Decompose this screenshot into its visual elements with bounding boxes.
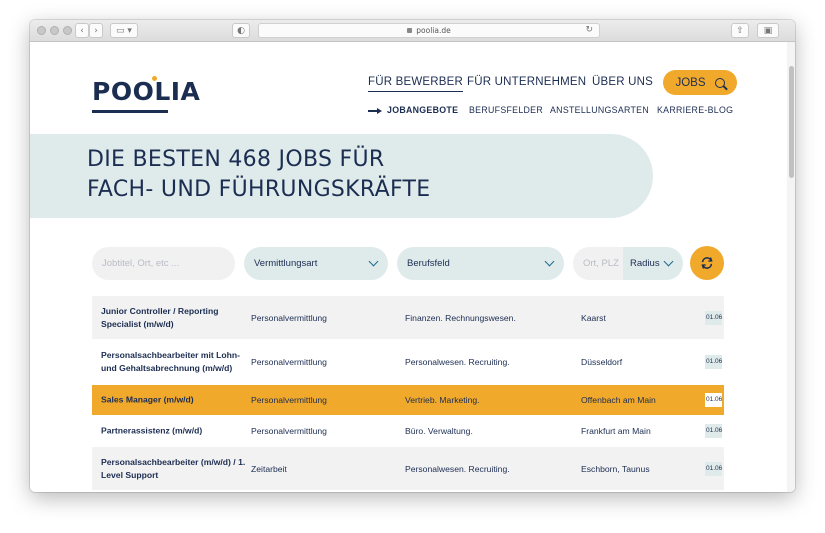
vermittlungsart-select[interactable]: Vermittlungsart: [244, 247, 388, 280]
radius-select[interactable]: Radius: [623, 247, 683, 280]
subnav-berufsfelder[interactable]: BERUFSFELDER: [469, 105, 543, 115]
job-location: Frankfurt am Main: [581, 426, 651, 436]
job-type: Zeitarbeit: [251, 463, 287, 474]
job-row[interactable]: Personalsachbearbeiter (m/w/d) / 1. Leve…: [92, 447, 724, 490]
job-location: Eschborn, Taunus: [581, 463, 650, 474]
nav-fuer-bewerber[interactable]: FÜR BEWERBER: [368, 76, 464, 92]
berufsfeld-label: Berufsfeld: [407, 258, 450, 269]
chevron-down-icon: [368, 256, 379, 267]
minimize-window-button[interactable]: [50, 26, 59, 35]
subnav-anstellungsarten[interactable]: ANSTELLUNGSARTEN: [550, 105, 649, 115]
job-row[interactable]: Sales Manager (m/w/d) Personalvermittlung…: [92, 385, 724, 415]
job-date: 01.06.: [705, 355, 722, 369]
sidebar-toggle-button[interactable]: ▭ ▾: [110, 23, 138, 38]
zoom-window-button[interactable]: [63, 26, 72, 35]
subnav-karriere-blog[interactable]: KARRIERE-BLOG: [657, 105, 733, 115]
job-location: Kaarst: [581, 312, 606, 323]
job-date: 01.06.: [705, 310, 722, 325]
job-location: Düsseldorf: [581, 357, 623, 367]
radius-label: Radius: [630, 258, 660, 269]
berufsfeld-select[interactable]: Berufsfeld: [397, 247, 564, 280]
job-date: 01.06.: [705, 424, 722, 438]
privacy-shield-icon[interactable]: ◐: [232, 23, 250, 38]
job-type: Personalvermittlung: [251, 357, 327, 367]
forward-button[interactable]: ›: [89, 23, 103, 38]
job-date: 01.06.: [705, 461, 722, 476]
nav-ueber-uns[interactable]: ÜBER UNS: [592, 76, 653, 88]
address-bar[interactable]: poolia.de ↻: [258, 23, 600, 38]
reset-filters-button[interactable]: [690, 246, 724, 280]
screen: ‹ › ▭ ▾ ◐ poolia.de ↻ ⇧ ▣ POOLIA FÜR BEW…: [0, 0, 825, 533]
tabs-overview-button[interactable]: ▣: [757, 23, 779, 38]
job-type: Personalvermittlung: [251, 312, 327, 323]
job-title[interactable]: Sales Manager (m/w/d): [101, 394, 253, 407]
chevron-down-icon: [544, 256, 555, 267]
arrow-right-icon: [368, 108, 382, 114]
browser-window: ‹ › ▭ ▾ ◐ poolia.de ↻ ⇧ ▣ POOLIA FÜR BEW…: [30, 20, 795, 492]
subnav-jobangebote[interactable]: JOBANGEBOTE: [387, 105, 458, 115]
browser-toolbar: ‹ › ▭ ▾ ◐ poolia.de ↻ ⇧ ▣: [30, 20, 795, 42]
page-scrollbar[interactable]: [787, 42, 795, 492]
job-type: Personalvermittlung: [251, 426, 327, 436]
url-text: poolia.de: [416, 26, 451, 35]
lock-icon: [407, 28, 413, 33]
scrollbar-thumb[interactable]: [789, 66, 794, 178]
job-row[interactable]: Personalsachbearbeiter mit Lohn- und Geh…: [92, 340, 724, 384]
nav-fuer-unternehmen[interactable]: FÜR UNTERNEHMEN: [467, 76, 586, 88]
job-search-input[interactable]: Jobtitel, Ort, etc ...: [92, 247, 235, 280]
job-title[interactable]: Personalsachbearbeiter mit Lohn- und Geh…: [101, 349, 253, 375]
job-date: 01.06.: [705, 393, 722, 407]
job-search-placeholder: Jobtitel, Ort, etc ...: [102, 258, 180, 269]
search-icon: [714, 77, 725, 88]
job-type: Personalvermittlung: [251, 395, 327, 405]
chevron-down-icon: [663, 256, 674, 267]
share-button[interactable]: ⇧: [731, 23, 749, 38]
logo-underline: [92, 110, 168, 113]
logo-accent-dot: [152, 76, 157, 81]
job-title[interactable]: Partnerassistenz (m/w/d): [101, 425, 253, 438]
hero-title-line-2: FACH- UND FÜHRUNGSKRÄFTE: [87, 177, 431, 202]
job-field: Vertrieb. Marketing.: [405, 395, 480, 405]
location-input[interactable]: Ort, PLZ: [573, 247, 623, 280]
page-content: POOLIA FÜR BEWERBER FÜR UNTERNEHMEN ÜBER…: [30, 42, 795, 492]
job-row[interactable]: Partnerassistenz (m/w/d) Personalvermittl…: [92, 416, 724, 446]
job-field: Personalwesen. Recruiting.: [405, 357, 510, 367]
job-title[interactable]: Junior Controller / Reporting Specialist…: [101, 305, 253, 331]
location-placeholder: Ort, PLZ: [583, 258, 619, 269]
reload-icon[interactable]: ↻: [585, 25, 593, 35]
job-field: Personalwesen. Recruiting.: [405, 463, 510, 474]
poolia-logo[interactable]: POOLIA: [92, 79, 200, 105]
jobs-search-button[interactable]: JOBS: [663, 70, 737, 95]
refresh-icon: [701, 257, 713, 269]
vermittlungsart-label: Vermittlungsart: [254, 258, 318, 269]
job-location: Offenbach am Main: [581, 395, 656, 405]
job-field: Büro. Verwaltung.: [405, 426, 473, 436]
close-window-button[interactable]: [37, 26, 46, 35]
hero-banner: DIE BESTEN 468 JOBS FÜR FACH- UND FÜHRUN…: [30, 134, 653, 218]
back-button[interactable]: ‹: [75, 23, 89, 38]
jobs-button-label: JOBS: [675, 76, 706, 89]
job-row[interactable]: HR Assistant (m/w/d) mit: [92, 491, 724, 492]
job-row[interactable]: Junior Controller / Reporting Specialist…: [92, 296, 724, 339]
hero-title-line-1: DIE BESTEN 468 JOBS FÜR: [87, 147, 385, 172]
job-title[interactable]: Personalsachbearbeiter (m/w/d) / 1. Leve…: [101, 456, 253, 482]
job-field: Finanzen. Rechnungswesen.: [405, 312, 516, 323]
